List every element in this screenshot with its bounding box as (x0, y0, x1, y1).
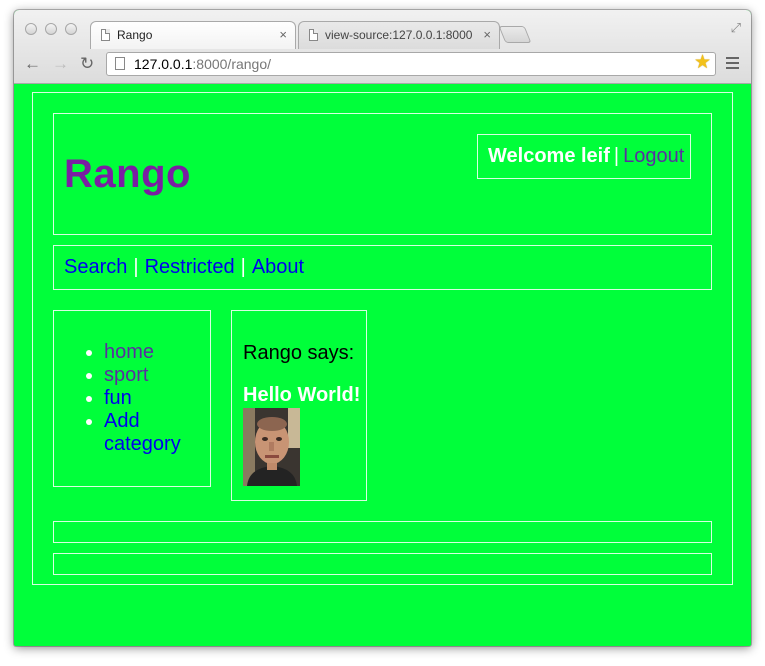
nav-bar: Search | Restricted | About (53, 245, 712, 290)
fullscreen-icon[interactable]: ⤢ (731, 20, 741, 36)
back-button[interactable]: ← (24, 54, 41, 74)
tab-close-icon[interactable]: × (279, 22, 287, 48)
browser-window: Rango × view-source:127.0.0.1:8000 × ⤢ ←… (14, 10, 751, 646)
user-box: Welcome leif | Logout (477, 134, 691, 179)
profile-photo-image (243, 408, 300, 486)
profile-photo (243, 408, 300, 486)
zoom-window-button[interactable] (65, 23, 77, 35)
page-icon (115, 57, 125, 70)
separator: | (613, 145, 620, 167)
footer-box-1 (53, 521, 712, 543)
category-sidebar: home sport fun Add category (53, 310, 211, 487)
close-window-button[interactable] (25, 23, 37, 35)
tab-view-source[interactable]: view-source:127.0.0.1:8000 × (298, 21, 500, 49)
nav-links: Search | Restricted | About (64, 256, 304, 279)
page-title: Rango (64, 152, 191, 196)
tab-close-icon[interactable]: × (483, 22, 491, 48)
minimize-window-button[interactable] (45, 23, 57, 35)
tab-rango[interactable]: Rango × (90, 21, 296, 49)
reload-button[interactable]: ↻ (80, 54, 94, 74)
main-panel: Rango says: Hello World! (231, 310, 367, 501)
bookmark-star-icon[interactable]: ★ (694, 52, 711, 74)
category-sport[interactable]: sport (84, 364, 204, 387)
add-category-link[interactable]: Add category (84, 410, 204, 456)
nav-link-search[interactable]: Search (64, 256, 127, 278)
separator: | (133, 256, 139, 278)
category-home[interactable]: home (84, 341, 204, 364)
forward-button[interactable]: → (52, 54, 69, 74)
rango-says-text: Rango says: (243, 342, 355, 364)
footer-box-2 (53, 553, 712, 575)
new-tab-button[interactable] (498, 26, 532, 43)
browser-toolbar: Rango × view-source:127.0.0.1:8000 × ⤢ ←… (14, 10, 751, 84)
url-host: 127.0.0.1 (134, 56, 193, 72)
url-path: :8000/rango/ (192, 56, 272, 72)
category-list: home sport fun Add category (84, 341, 204, 456)
address-bar[interactable]: 127.0.0.1:8000/rango/ ★ (106, 52, 716, 76)
menu-icon[interactable] (726, 57, 739, 72)
separator: | (240, 256, 246, 278)
nav-link-about[interactable]: About (252, 256, 304, 278)
welcome-area: Welcome leif | Logout (488, 145, 684, 168)
page-content: Rango Welcome leif | Logout Search | Restric… (14, 85, 751, 646)
logout-link[interactable]: Logout (623, 145, 684, 167)
tab-title: view-source:127.0.0.1:8000 (325, 28, 473, 42)
category-fun[interactable]: fun (84, 387, 204, 410)
nav-link-restricted[interactable]: Restricted (145, 256, 235, 278)
page-icon (309, 29, 318, 41)
tab-title: Rango (117, 28, 153, 42)
header-box: Rango Welcome leif | Logout (53, 113, 712, 235)
url-text[interactable]: 127.0.0.1:8000/rango/ (134, 53, 271, 75)
hello-world-heading: Hello World! (243, 384, 361, 406)
welcome-text: Welcome leif (488, 145, 610, 167)
page-icon (101, 29, 110, 41)
